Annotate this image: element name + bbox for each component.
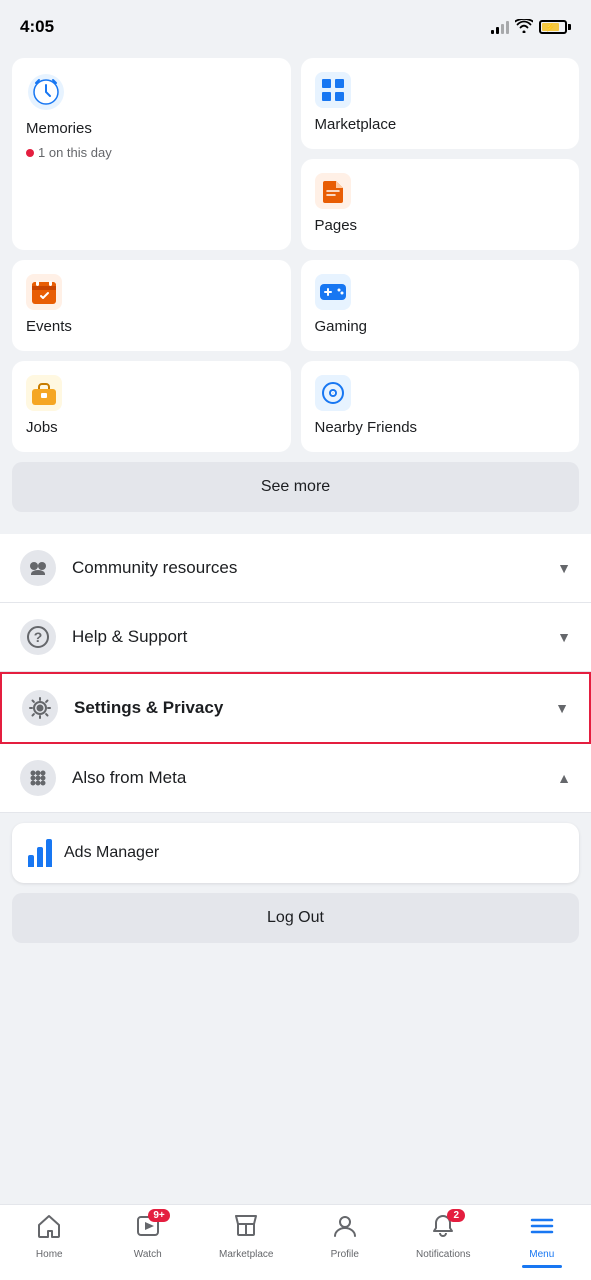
marketplace-nav-icon bbox=[233, 1213, 259, 1246]
help-label: Help & Support bbox=[72, 627, 557, 647]
memories-sublabel: 1 on this day bbox=[26, 145, 277, 160]
watch-label: Watch bbox=[134, 1249, 162, 1260]
gaming-label: Gaming bbox=[315, 318, 566, 335]
status-bar: 4:05 ⚡ bbox=[0, 0, 591, 50]
memories-label: Memories bbox=[26, 120, 277, 137]
menu-active-bar bbox=[522, 1265, 562, 1268]
nearby-friends-card[interactable]: Nearby Friends bbox=[301, 361, 580, 452]
gaming-card[interactable]: Gaming bbox=[301, 260, 580, 351]
status-icons: ⚡ bbox=[491, 19, 571, 36]
memories-card[interactable]: Memories 1 on this day bbox=[12, 58, 291, 250]
notifications-badge: 2 bbox=[447, 1209, 465, 1222]
meta-chevron: ▲ bbox=[557, 770, 571, 786]
jobs-label: Jobs bbox=[26, 419, 277, 436]
pages-label: Pages bbox=[315, 217, 566, 234]
community-resources-item[interactable]: Community resources ▼ bbox=[0, 534, 591, 603]
main-content: Memories 1 on this day Mar bbox=[0, 50, 591, 1053]
meta-icon bbox=[20, 760, 56, 796]
grid-section: Memories 1 on this day Mar bbox=[0, 50, 591, 526]
marketplace-nav-label: Marketplace bbox=[219, 1249, 273, 1260]
community-label: Community resources bbox=[72, 558, 557, 578]
memories-dot bbox=[26, 149, 34, 157]
nearby-friends-label: Nearby Friends bbox=[315, 419, 566, 436]
events-card[interactable]: Events bbox=[12, 260, 291, 351]
wifi-icon bbox=[515, 19, 533, 36]
meta-label: Also from Meta bbox=[72, 768, 557, 788]
nav-profile[interactable]: Profile bbox=[296, 1213, 395, 1260]
ads-manager-card[interactable]: Ads Manager bbox=[12, 823, 579, 883]
events-label: Events bbox=[26, 318, 277, 335]
marketplace-label: Marketplace bbox=[315, 116, 566, 133]
nav-notifications[interactable]: 2 Notifications bbox=[394, 1213, 493, 1260]
events-icon bbox=[26, 274, 62, 310]
watch-badge: 9+ bbox=[148, 1209, 169, 1222]
battery-icon: ⚡ bbox=[539, 20, 571, 34]
profile-label: Profile bbox=[331, 1249, 359, 1260]
settings-label: Settings & Privacy bbox=[74, 698, 555, 718]
marketplace-icon bbox=[315, 72, 351, 108]
home-label: Home bbox=[36, 1249, 63, 1260]
nav-watch[interactable]: 9+ Watch bbox=[99, 1213, 198, 1260]
ads-manager-icon bbox=[28, 839, 52, 867]
menu-label: Menu bbox=[529, 1249, 554, 1260]
nav-home[interactable]: Home bbox=[0, 1213, 99, 1260]
help-icon: ? bbox=[20, 619, 56, 655]
nav-marketplace[interactable]: Marketplace bbox=[197, 1213, 296, 1260]
settings-privacy-item[interactable]: Settings & Privacy ▼ bbox=[0, 672, 591, 744]
profile-icon bbox=[332, 1213, 358, 1246]
jobs-card[interactable]: Jobs bbox=[12, 361, 291, 452]
home-icon bbox=[36, 1213, 62, 1246]
bottom-nav: Home 9+ Watch Marketplace Pr bbox=[0, 1204, 591, 1280]
see-more-button[interactable]: See more bbox=[12, 462, 579, 512]
community-icon bbox=[20, 550, 56, 586]
pages-icon bbox=[315, 173, 351, 209]
status-time: 4:05 bbox=[20, 17, 54, 37]
also-from-meta-item[interactable]: Also from Meta ▲ bbox=[0, 744, 591, 813]
settings-icon bbox=[22, 690, 58, 726]
memories-icon bbox=[26, 72, 66, 112]
nearby-friends-icon bbox=[315, 375, 351, 411]
divider-1 bbox=[0, 526, 591, 534]
help-support-item[interactable]: ? Help & Support ▼ bbox=[0, 603, 591, 672]
settings-chevron: ▼ bbox=[555, 700, 569, 716]
pages-card[interactable]: Pages bbox=[301, 159, 580, 250]
logout-button[interactable]: Log Out bbox=[12, 893, 579, 943]
marketplace-card[interactable]: Marketplace bbox=[301, 58, 580, 149]
notifications-label: Notifications bbox=[416, 1249, 470, 1260]
menu-section: Community resources ▼ ? Help & Support ▼ bbox=[0, 534, 591, 813]
ads-manager-label: Ads Manager bbox=[64, 844, 159, 862]
jobs-icon bbox=[26, 375, 62, 411]
grid-container: Memories 1 on this day Mar bbox=[12, 58, 579, 452]
gaming-icon bbox=[315, 274, 351, 310]
signal-icon bbox=[491, 20, 509, 34]
help-chevron: ▼ bbox=[557, 629, 571, 645]
community-chevron: ▼ bbox=[557, 560, 571, 576]
menu-icon bbox=[529, 1213, 555, 1246]
nav-menu[interactable]: Menu bbox=[493, 1213, 591, 1260]
svg-text:?: ? bbox=[34, 629, 43, 645]
